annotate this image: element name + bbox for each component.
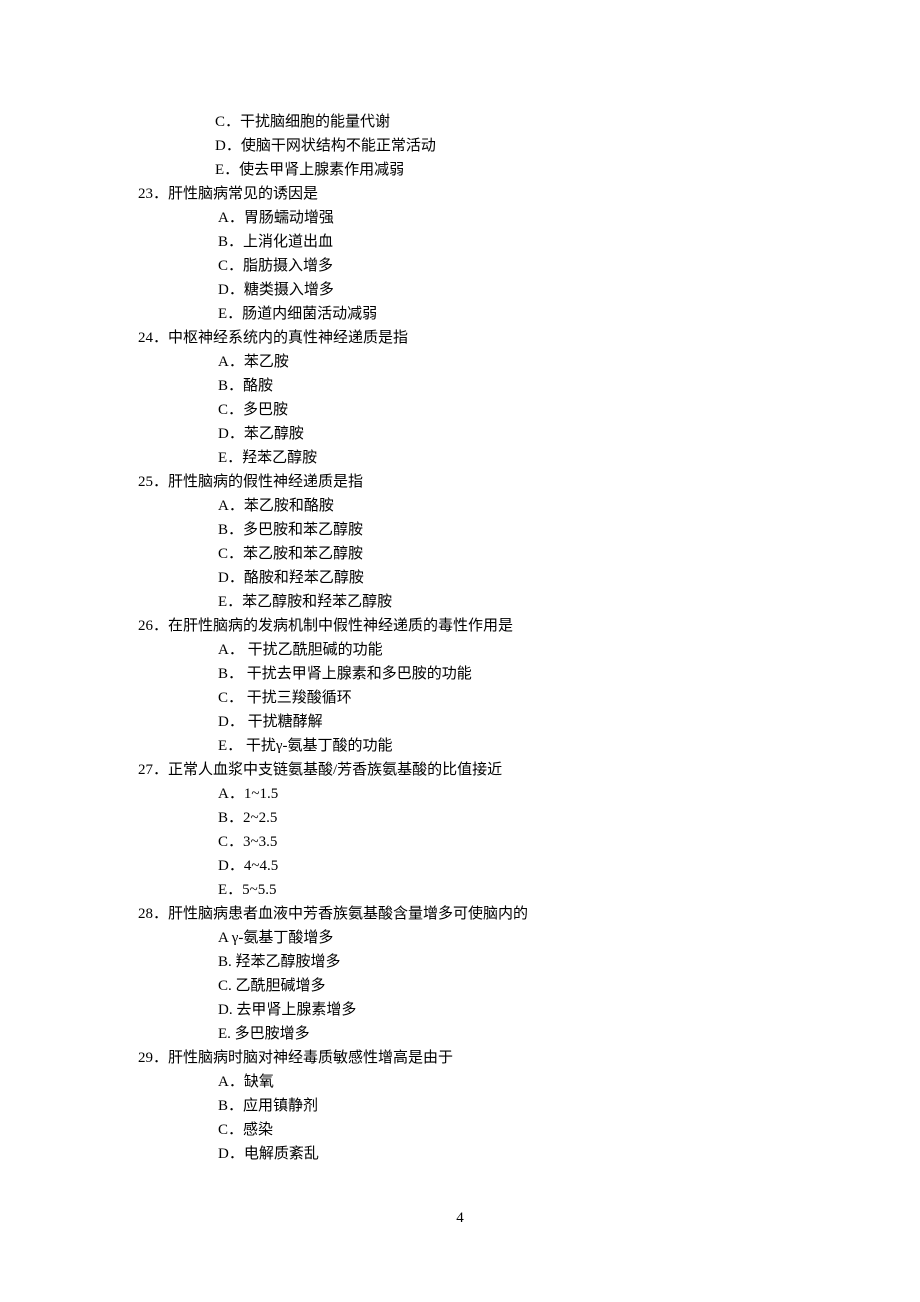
question-24: 24．中枢神经系统内的真性神经递质是指 A．苯乙胺 B．酪胺 C．多巴胺 D．苯… <box>135 326 785 470</box>
question-number: 24 <box>138 330 153 346</box>
option-item: E．使去甲肾上腺素作用减弱 <box>135 158 785 182</box>
option-item: A γ-氨基丁酸增多 <box>138 926 785 950</box>
question-text: 肝性脑病时脑对神经毒质敏感性增高是由于 <box>168 1050 453 1066</box>
option-item: A．苯乙胺和酪胺 <box>138 494 785 518</box>
question-25: 25．肝性脑病的假性神经递质是指 A．苯乙胺和酪胺 B．多巴胺和苯乙醇胺 C．苯… <box>135 470 785 614</box>
option-item: E． 干扰γ-氨基丁酸的功能 <box>138 734 785 758</box>
question-23: 23．肝性脑病常见的诱因是 A．胃肠蠕动增强 B．上消化道出血 C．脂肪摄入增多… <box>135 182 785 326</box>
option-item: E．苯乙醇胺和羟苯乙醇胺 <box>138 590 785 614</box>
option-item: C． 干扰三羧酸循环 <box>138 686 785 710</box>
option-item: B．酪胺 <box>138 374 785 398</box>
option-item: B．应用镇静剂 <box>138 1094 785 1118</box>
question-text: 在肝性脑病的发病机制中假性神经递质的毒性作用是 <box>168 618 513 634</box>
option-item: A． 干扰乙酰胆碱的功能 <box>138 638 785 662</box>
option-item: C．多巴胺 <box>138 398 785 422</box>
option-item: C. 乙酰胆碱增多 <box>138 974 785 998</box>
option-item: C．3~3.5 <box>138 830 785 854</box>
option-item: E．5~5.5 <box>138 878 785 902</box>
page-number: 4 <box>135 1206 785 1230</box>
option-item: D．4~4.5 <box>138 854 785 878</box>
question-number: 29 <box>138 1050 153 1066</box>
question-28: 28．肝性脑病患者血液中芳香族氨基酸含量增多可使脑内的 A γ-氨基丁酸增多 B… <box>135 902 785 1046</box>
option-item: E．羟苯乙醇胺 <box>138 446 785 470</box>
option-item: D．苯乙醇胺 <box>138 422 785 446</box>
question-number: 27 <box>138 762 153 778</box>
option-item: D. 去甲肾上腺素增多 <box>138 998 785 1022</box>
question-number: 26 <box>138 618 153 634</box>
option-item: B． 干扰去甲肾上腺素和多巴胺的功能 <box>138 662 785 686</box>
option-item: B. 羟苯乙醇胺增多 <box>138 950 785 974</box>
document-page: C．干扰脑细胞的能量代谢 D．使脑干网状结构不能正常活动 E．使去甲肾上腺素作用… <box>0 0 920 1230</box>
question-26: 26．在肝性脑病的发病机制中假性神经递质的毒性作用是 A． 干扰乙酰胆碱的功能 … <box>135 614 785 758</box>
option-item: A．1~1.5 <box>138 782 785 806</box>
question-text: 肝性脑病患者血液中芳香族氨基酸含量增多可使脑内的 <box>168 906 528 922</box>
orphan-options-block: C．干扰脑细胞的能量代谢 D．使脑干网状结构不能正常活动 E．使去甲肾上腺素作用… <box>135 110 785 182</box>
question-29: 29．肝性脑病时脑对神经毒质敏感性增高是由于 A．缺氧 B．应用镇静剂 C．感染… <box>135 1046 785 1166</box>
option-item: A．胃肠蠕动增强 <box>138 206 785 230</box>
option-item: B．上消化道出血 <box>138 230 785 254</box>
option-item: C．脂肪摄入增多 <box>138 254 785 278</box>
option-item: C．干扰脑细胞的能量代谢 <box>135 110 785 134</box>
option-item: B．多巴胺和苯乙醇胺 <box>138 518 785 542</box>
question-number: 25 <box>138 474 153 490</box>
option-item: E. 多巴胺增多 <box>138 1022 785 1046</box>
option-item: A．苯乙胺 <box>138 350 785 374</box>
option-item: C．感染 <box>138 1118 785 1142</box>
option-item: E．肠道内细菌活动减弱 <box>138 302 785 326</box>
option-item: D． 干扰糖酵解 <box>138 710 785 734</box>
question-number: 28 <box>138 906 153 922</box>
option-item: A．缺氧 <box>138 1070 785 1094</box>
question-text: 中枢神经系统内的真性神经递质是指 <box>168 330 408 346</box>
option-item: D．使脑干网状结构不能正常活动 <box>135 134 785 158</box>
option-item: C．苯乙胺和苯乙醇胺 <box>138 542 785 566</box>
question-text: 肝性脑病常见的诱因是 <box>168 186 318 202</box>
question-text: 正常人血浆中支链氨基酸/芳香族氨基酸的比值接近 <box>168 762 502 778</box>
question-27: 27．正常人血浆中支链氨基酸/芳香族氨基酸的比值接近 A．1~1.5 B．2~2… <box>135 758 785 902</box>
option-item: B．2~2.5 <box>138 806 785 830</box>
option-item: D．电解质紊乱 <box>138 1142 785 1166</box>
question-number: 23 <box>138 186 153 202</box>
option-item: D．酪胺和羟苯乙醇胺 <box>138 566 785 590</box>
question-text: 肝性脑病的假性神经递质是指 <box>168 474 363 490</box>
option-item: D．糖类摄入增多 <box>138 278 785 302</box>
